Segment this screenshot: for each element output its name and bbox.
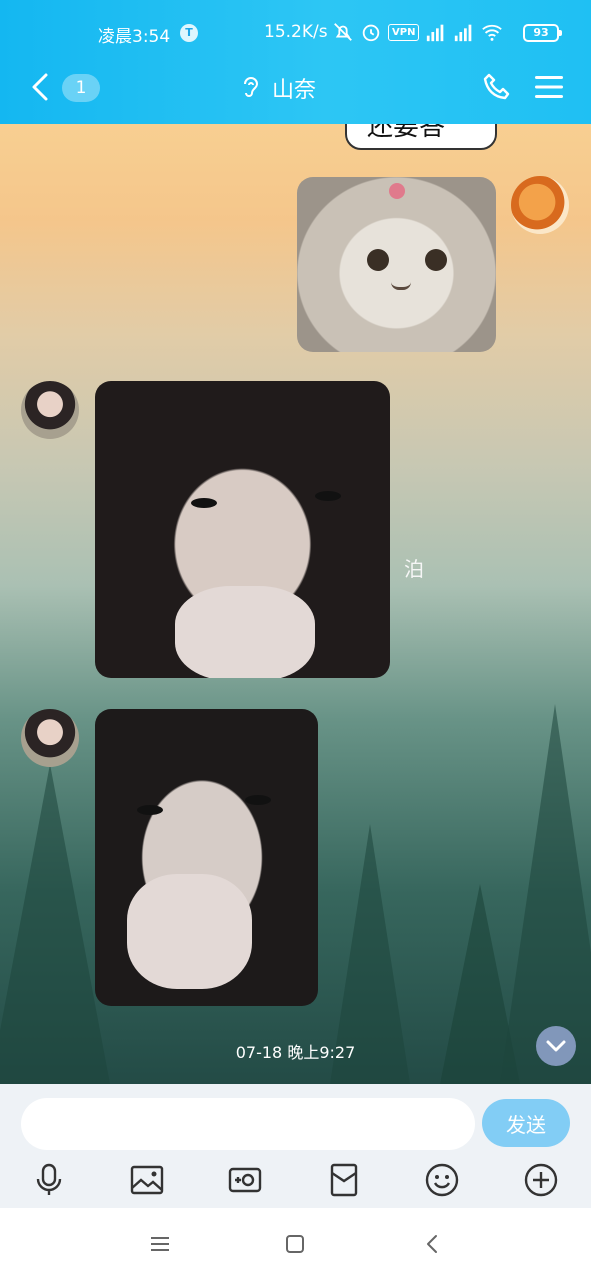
cat-image-message[interactable] (297, 177, 496, 352)
chat-header: 1 山奈 (0, 62, 591, 114)
previous-message-text: 还要答 (367, 124, 446, 142)
back-icon[interactable] (28, 72, 52, 102)
signal-icon-2 (455, 24, 472, 42)
red-packet-icon[interactable] (326, 1162, 362, 1198)
photo-eye (137, 805, 163, 815)
camera-icon[interactable] (227, 1162, 263, 1198)
status-icons: VPN (332, 21, 503, 43)
photo-image-message[interactable] (95, 709, 318, 1006)
send-button[interactable]: 发送 (482, 1099, 570, 1147)
photo-eye (245, 795, 271, 805)
network-speed: 15.2K/s (264, 22, 328, 42)
scroll-to-bottom-button[interactable] (536, 1026, 576, 1066)
menu-icon[interactable] (535, 75, 563, 99)
alarm-icon (362, 24, 380, 42)
photo-eye (315, 491, 341, 501)
photo-hand (127, 874, 252, 989)
plus-icon[interactable] (523, 1162, 559, 1198)
background-tree (0, 764, 110, 1084)
wifi-icon (482, 24, 503, 41)
recent-apps-icon[interactable] (148, 1232, 172, 1256)
phone-icon[interactable] (482, 72, 512, 102)
my-avatar[interactable] (511, 176, 569, 234)
unread-count-badge[interactable]: 1 (62, 74, 100, 102)
photo-eye (191, 498, 217, 508)
contact-avatar[interactable] (21, 381, 79, 439)
signal-icon (427, 24, 444, 42)
title-group: 山奈 (240, 72, 316, 104)
message-timestamp: 07-18 晚上9:27 (235, 1043, 356, 1062)
composer-bar: 发送 (0, 1084, 591, 1208)
composer-toolbar (0, 1158, 591, 1202)
chat-area[interactable]: 还要答 泊 07-18 晚上9:27 (0, 124, 591, 1084)
vpn-badge: VPN (388, 23, 420, 41)
home-icon[interactable] (283, 1232, 307, 1256)
status-time: 凌晨3:54 (98, 27, 171, 47)
system-back-icon[interactable] (421, 1232, 445, 1256)
cat-eye (367, 249, 389, 271)
microphone-icon[interactable] (31, 1162, 67, 1198)
flower-decoration (389, 183, 405, 199)
t-badge-icon: T (180, 24, 198, 42)
top-bar: 凌晨3:54 T 15.2K/s VPN 93 1 山奈 (0, 0, 591, 124)
image-icon[interactable] (129, 1162, 165, 1198)
side-character: 泊 (404, 557, 424, 581)
emoji-icon[interactable] (424, 1162, 460, 1198)
contact-avatar[interactable] (21, 709, 79, 767)
chevron-down-icon (546, 1040, 566, 1052)
mute-bell-icon (334, 23, 352, 41)
battery-indicator: 93 (523, 24, 562, 42)
system-navigation-bar (0, 1208, 591, 1280)
ear-icon[interactable] (240, 75, 262, 101)
previous-message-bubble[interactable]: 还要答 (345, 124, 497, 150)
status-bar: 凌晨3:54 T 15.2K/s VPN 93 (0, 18, 591, 48)
cat-eye (425, 249, 447, 271)
contact-name[interactable]: 山奈 (272, 72, 316, 104)
photo-hand (175, 586, 315, 678)
photo-image-message[interactable] (95, 381, 390, 678)
message-input[interactable] (21, 1098, 475, 1150)
cat-mouth (391, 282, 411, 290)
